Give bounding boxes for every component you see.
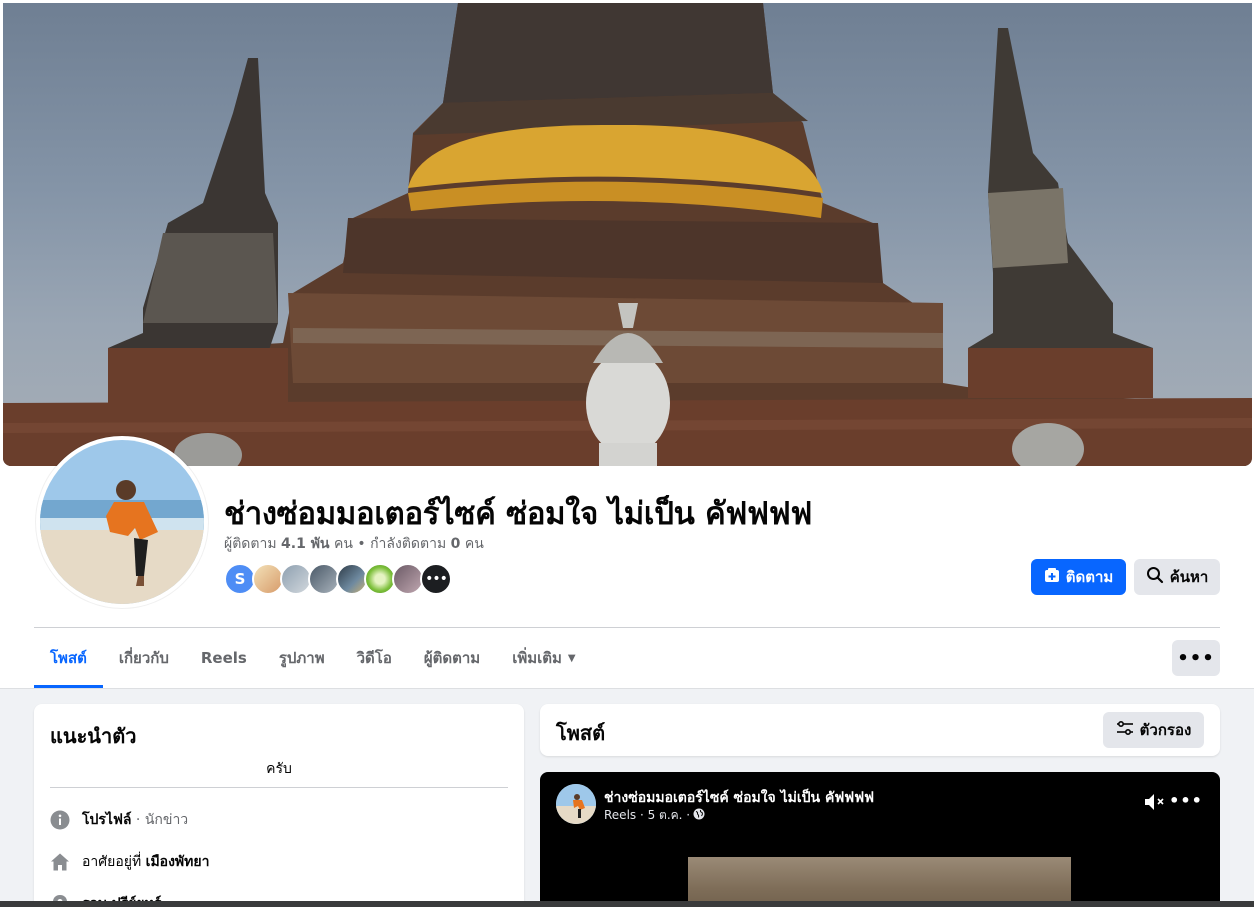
cover-photo[interactable] [3, 3, 1252, 466]
intro-divider [50, 787, 508, 788]
tab-videos[interactable]: วิดีโอ [341, 628, 408, 688]
follow-page-icon [1044, 567, 1060, 587]
tab-posts[interactable]: โพสต์ [34, 628, 103, 688]
intro-profile-category: · นักข่าว [135, 812, 189, 828]
filter-button-label: ตัวกรอง [1139, 721, 1192, 739]
tab-label: วิดีโอ [356, 649, 392, 667]
profile-tabs: โพสต์ เกี่ยวกับ Reels รูปภาพ วิดีโอ ผู้ต… [34, 628, 592, 688]
intro-card: แนะนำตัว ครับ โปรไฟล์ · นักข่าว อาศัยอยู… [34, 704, 524, 907]
more-options-button[interactable]: ••• [1172, 640, 1220, 676]
page-title: ช่างซ่อมมอเตอร์ไซค์ ซ่อมใจ ไม่เป็น คัฟฟฟ… [224, 496, 812, 532]
search-button[interactable]: ค้นหา [1134, 559, 1220, 595]
followers-label: ผู้ติดตาม [224, 536, 277, 552]
sliders-icon [1116, 720, 1134, 740]
follower-avatars: S ••• [224, 563, 452, 595]
tab-photos[interactable]: รูปภาพ [263, 628, 341, 688]
more-followers-button[interactable]: ••• [420, 563, 452, 595]
reel-video-thumbnail[interactable] [688, 857, 1071, 907]
info-icon [50, 810, 70, 830]
following-count[interactable]: 0 [451, 536, 461, 552]
intro-lives-city[interactable]: เมืองพัทยา [146, 851, 210, 873]
following-label: • กำลังติดตาม [357, 536, 447, 552]
intro-title: แนะนำตัว [50, 724, 137, 748]
intro-lives-prefix: อาศัยอยู่ที่ [82, 854, 142, 870]
header-shadow [0, 688, 1254, 689]
posts-title: โพสต์ [556, 721, 606, 745]
magnifier-icon [1146, 566, 1164, 588]
follow-button-label: ติดตาม [1065, 568, 1114, 586]
post-meta-text[interactable]: Reels · 5 ต.ค. · [604, 806, 690, 825]
filter-button[interactable]: ตัวกรอง [1103, 712, 1204, 748]
followers-unit: คน [333, 536, 353, 552]
follow-button[interactable]: ติดตาม [1031, 559, 1126, 595]
page-header: ช่างซ่อมมอเตอร์ไซค์ ซ่อมใจ ไม่เป็น คัฟฟฟ… [0, 0, 1254, 688]
tab-reels[interactable]: Reels [185, 628, 263, 688]
tab-more[interactable]: เพิ่มเติม ▼ [496, 628, 591, 688]
speaker-muted-icon[interactable] [1143, 792, 1167, 812]
reel-post: ช่างซ่อมมอเตอร์ไซค์ ซ่อมใจ ไม่เป็น คัฟฟฟ… [540, 772, 1220, 907]
intro-profile-row: โปรไฟล์ · นักข่าว [50, 808, 188, 832]
post-options-button[interactable]: ••• [1169, 790, 1202, 810]
tab-label: Reels [200, 649, 247, 667]
tab-label: รูปภาพ [278, 649, 325, 667]
tab-followers[interactable]: ผู้ติดตาม [408, 628, 496, 688]
following-unit: คน [464, 536, 484, 552]
tab-label: ผู้ติดตาม [423, 649, 481, 667]
intro-bio: ครับ [266, 761, 292, 777]
post-meta: Reels · 5 ต.ค. · [604, 806, 705, 825]
post-author-avatar[interactable] [556, 784, 596, 824]
followers-count[interactable]: 4.1 พัน [281, 536, 329, 552]
follow-stats: ผู้ติดตาม 4.1 พัน คน • กำลังติดตาม 0 คน [224, 533, 484, 555]
posts-header-card: โพสต์ ตัวกรอง [540, 704, 1220, 756]
tab-label: โพสต์ [50, 649, 87, 667]
tab-about[interactable]: เกี่ยวกับ [103, 628, 185, 688]
globe-icon [693, 808, 705, 823]
home-icon [50, 852, 70, 872]
profile-avatar[interactable] [36, 436, 208, 608]
caret-down-icon: ▼ [567, 652, 576, 664]
intro-profile-label: โปรไฟล์ [82, 812, 132, 828]
browser-bottom-bar [0, 901, 1254, 907]
tab-label: เพิ่มเติม [512, 649, 562, 667]
tab-label: เกี่ยวกับ [118, 649, 169, 667]
intro-lives-row: อาศัยอยู่ที่ เมืองพัทยา [50, 850, 209, 874]
search-button-label: ค้นหา [1169, 568, 1209, 586]
